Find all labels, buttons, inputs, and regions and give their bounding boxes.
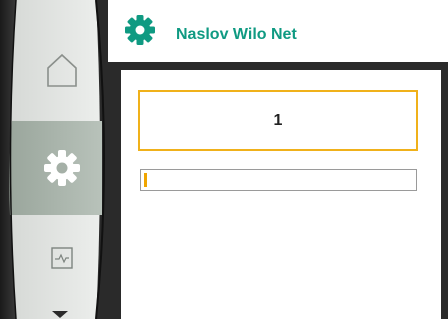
value-text: 1 <box>273 111 283 129</box>
nav-item-diagnostics[interactable] <box>14 218 106 312</box>
value-range-bar <box>140 169 417 191</box>
nav-item-settings[interactable] <box>14 121 106 215</box>
page-header: Naslov Wilo Net <box>112 0 448 62</box>
triangle-down-icon <box>52 311 68 318</box>
value-input[interactable]: 1 <box>138 90 418 151</box>
page-title: Naslov Wilo Net <box>176 26 297 43</box>
home-icon <box>47 53 77 87</box>
value-range-fill <box>144 173 147 187</box>
gear-icon <box>44 150 80 186</box>
gear-icon <box>124 14 156 46</box>
nav-item-home[interactable] <box>14 24 106 118</box>
scroll-down-button[interactable] <box>40 305 80 319</box>
pulse-icon <box>51 247 73 269</box>
